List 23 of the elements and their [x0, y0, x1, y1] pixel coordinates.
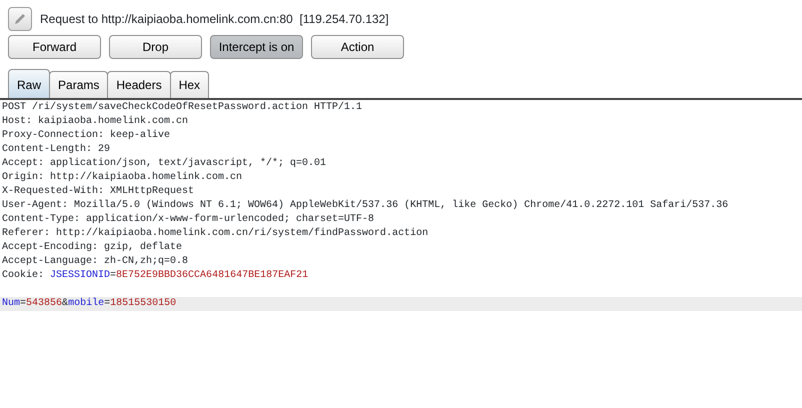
request-line: Referer: http://kaipiaoba.homelink.com.cn/ri/system/findPassword.action [1, 227, 430, 241]
toggle-button[interactable]: Intercept is on [210, 35, 303, 59]
request-line: X-Requested-With: XMLHttpRequest [1, 185, 196, 199]
request-line: Origin: http://kaipiaoba.homelink.com.cn [1, 171, 244, 185]
tab[interactable]: Raw [8, 69, 50, 98]
action-button[interactable]: Drop [109, 35, 202, 59]
tab[interactable]: Params [49, 71, 108, 98]
request-line: User-Agent: Mozilla/5.0 (Windows NT 6.1; WOW64) AppleWebKit/537.36 (KHTML, like Gecko) Chrome/41.0.2272.101 Safari/537.36 [1, 199, 730, 213]
tab[interactable]: Hex [170, 71, 210, 98]
request-line: POST /ri/system/saveCheckCodeOfResetPassword.action HTTP/1.1 [1, 101, 364, 115]
request-line: Accept-Encoding: gzip, deflate [1, 241, 184, 255]
request-title: Request to http://kaipiaoba.homelink.com.cn:80 [119.254.70.132] [40, 11, 389, 28]
request-line: Content-Type: application/x-www-form-urlencoded; charset=UTF-8 [1, 213, 376, 227]
request-line: Accept: application/json, text/javascript, */*; q=0.01 [1, 157, 328, 171]
action-button[interactable]: Forward [8, 35, 101, 59]
tab[interactable]: Headers [107, 71, 171, 98]
request-line: Proxy-Connection: keep-alive [1, 129, 172, 143]
request-line: Content-Length: 29 [1, 143, 112, 157]
request-line: Cookie: JSESSIONID=8E752E9BBD36CCA6481647BE187EAF21 [1, 269, 310, 283]
request-line: Accept-Language: zh-CN,zh;q=0.8 [1, 255, 190, 269]
request-line: Host: kaipiaoba.homelink.com.cn [1, 115, 190, 129]
pencil-icon[interactable] [8, 7, 32, 31]
action-button[interactable]: Action [311, 35, 404, 59]
